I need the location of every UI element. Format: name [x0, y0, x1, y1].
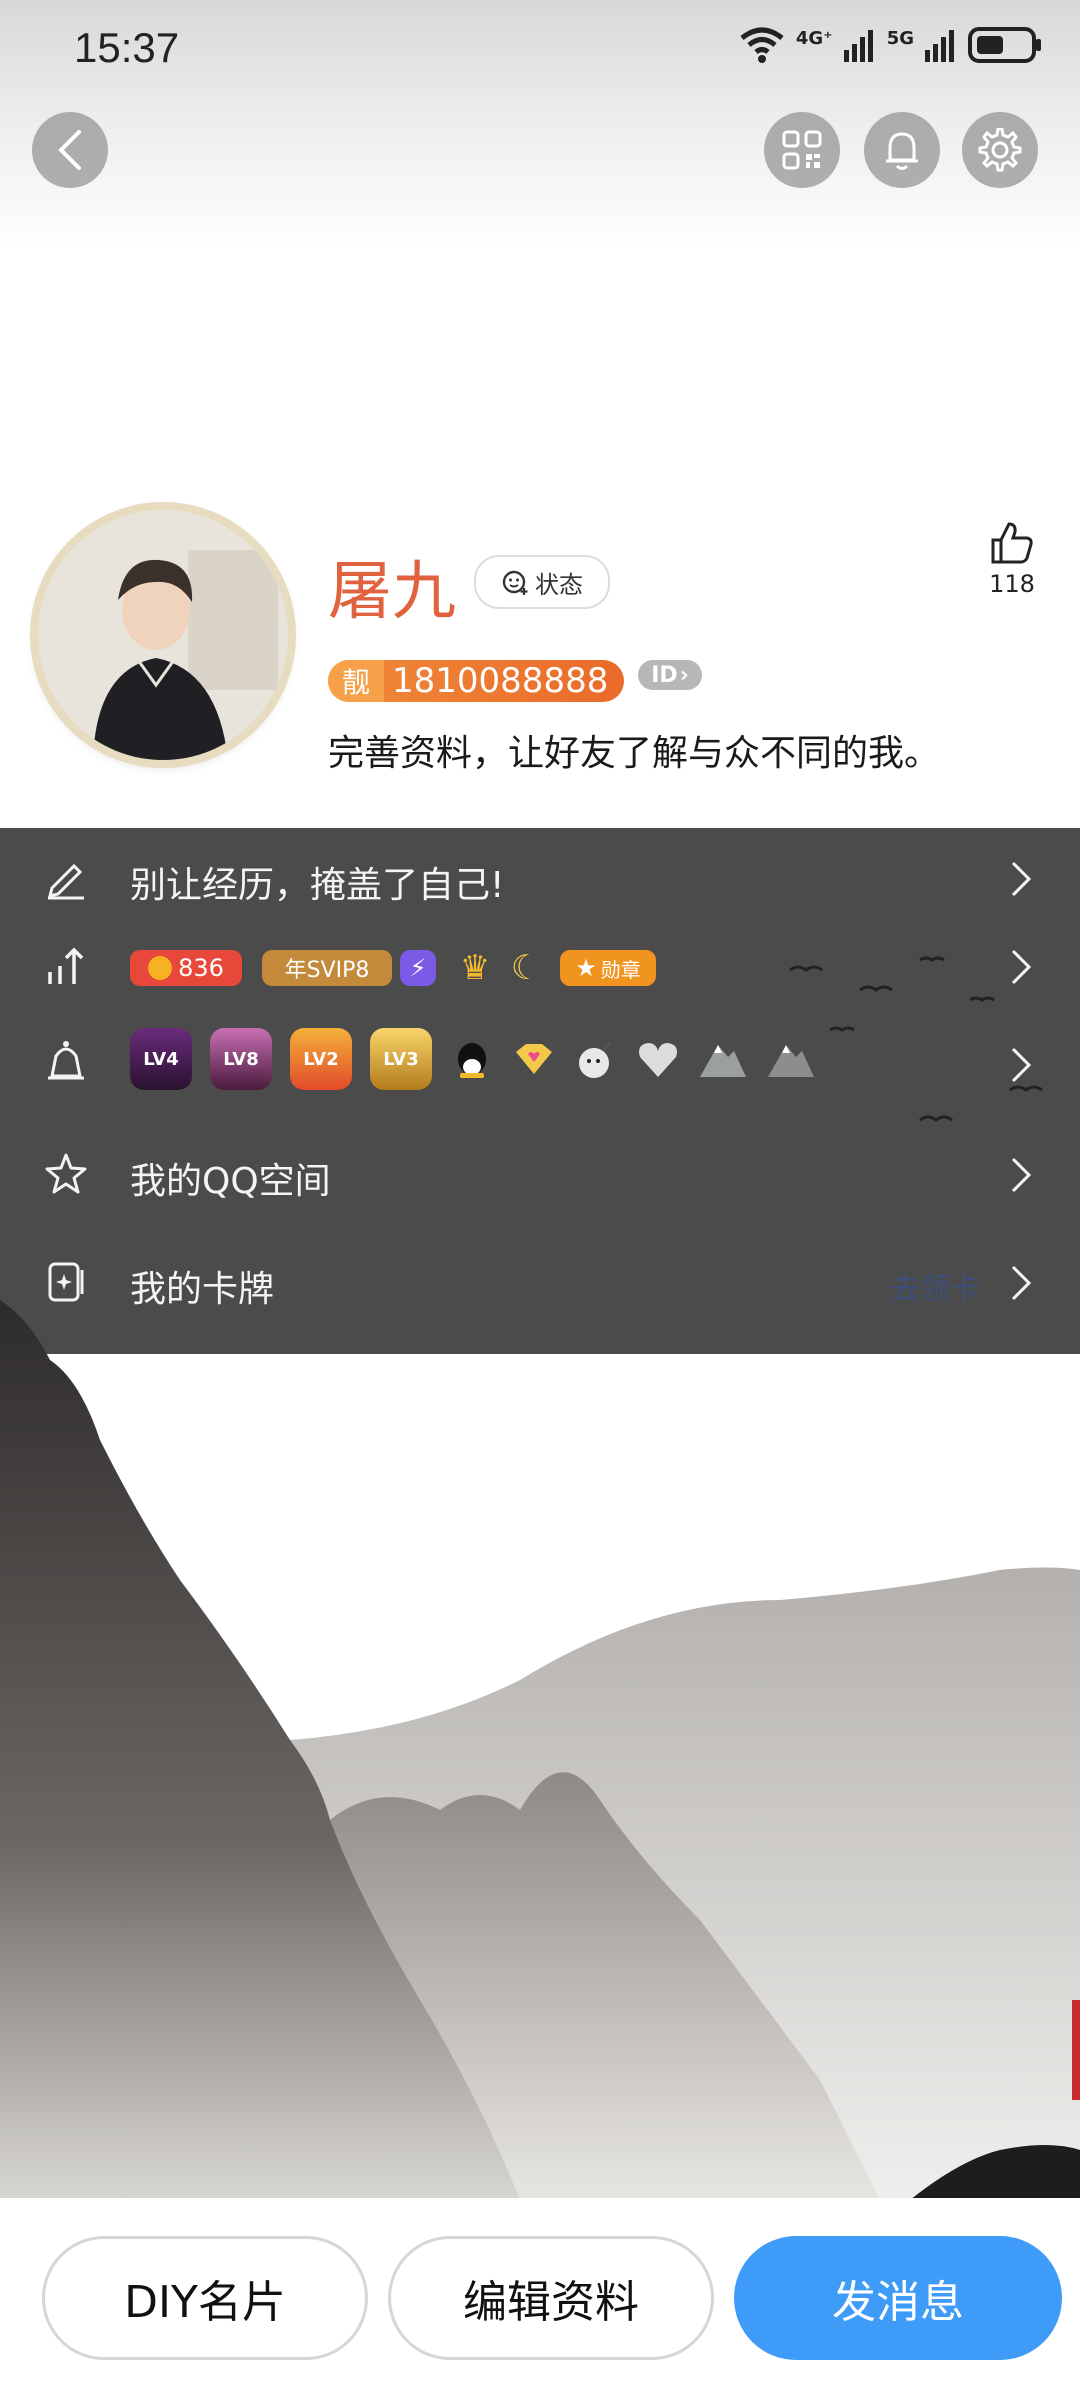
crystal-heart-icon [636, 1028, 680, 1090]
medal-badge: ★ 勋章 [560, 950, 656, 986]
edit-profile-label: 编辑资料 [463, 2277, 639, 2328]
chevron-right-icon [1011, 949, 1032, 985]
lv2-label: LV2 [303, 1048, 339, 1070]
qzone-row[interactable]: 我的QQ空间 [0, 1124, 1080, 1224]
crown-icon: ♛ [459, 948, 491, 988]
heart-gem-icon [512, 1028, 556, 1090]
bottom-action-bar: DIY名片 编辑资料 发消息 [0, 2198, 1080, 2400]
card-icon [48, 1262, 84, 1302]
chevron-left-icon [58, 130, 81, 170]
lv4-label: LV4 [143, 1048, 179, 1070]
settings-button[interactable] [962, 112, 1038, 188]
wifi-icon [740, 27, 784, 63]
signal-icon-2 [925, 30, 954, 62]
chevron-right-icon [1011, 1265, 1032, 1301]
chevron-right-icon [1011, 861, 1032, 897]
lv3-label: LV3 [383, 1048, 419, 1070]
avatar[interactable] [38, 510, 288, 760]
qq-number: 1810088888 [392, 661, 609, 701]
thumbs-up-icon [991, 522, 1033, 564]
penguin-icon [450, 1028, 494, 1090]
signal-icon [843, 30, 873, 62]
profile-info-panel: 别让经历，掩盖了自己! 836 年SVIP8 ⚡ ♛ ☾ ★ 勋章 LV4 LV… [0, 828, 1080, 1354]
profile-bio: 完善资料，让好友了解与众不同的我。 [328, 733, 941, 774]
back-button[interactable] [32, 112, 108, 188]
medal-label: 勋章 [600, 957, 641, 982]
pretty-number-tag: 靓 [328, 660, 385, 702]
status-time: 15:37 [74, 24, 180, 71]
chevron-right-icon [1011, 1047, 1032, 1083]
status-bar: 15:37 4G⁺ 5G [0, 0, 1080, 100]
experience-row[interactable]: 别让经历，掩盖了自己! [0, 828, 1080, 928]
lv8-label: LV8 [223, 1048, 259, 1070]
badges-row[interactable]: LV4 LV8 LV2 LV3 [0, 1004, 1080, 1124]
qr-code-button[interactable] [764, 112, 840, 188]
bell-icon [886, 132, 918, 170]
level-row[interactable]: 836 年SVIP8 ⚡ ♛ ☾ ★ 勋章 [0, 916, 1080, 1016]
id-badge-label: ID [651, 662, 678, 688]
lv8-badge: LV8 [210, 1028, 272, 1090]
lv3-badge: LV3 [370, 1028, 432, 1090]
pencil-icon [47, 863, 84, 900]
coin-icon [148, 956, 173, 980]
status-button[interactable]: 状态 [474, 555, 610, 609]
svip-label: 年SVIP8 [284, 958, 370, 983]
chevron-right-icon: › [679, 662, 689, 688]
qr-code-icon [782, 130, 822, 170]
send-message-label: 发消息 [832, 2277, 964, 2328]
lv4-badge: LV4 [130, 1028, 192, 1090]
battery-icon [968, 27, 1041, 63]
notifications-button[interactable] [864, 112, 940, 188]
experience-label: 别让经历，掩盖了自己! [130, 865, 505, 906]
bomb-icon [574, 1028, 618, 1090]
like-button[interactable]: 118 [982, 520, 1042, 598]
star-icon [45, 1153, 87, 1194]
smiley-plus-icon [502, 570, 528, 595]
qq-number-pill[interactable]: 靓 1810088888 [328, 660, 624, 702]
coin-badge: 836 [130, 950, 242, 986]
diy-card-label: DIY名片 [124, 2277, 286, 2328]
status-label: 状态 [535, 570, 583, 599]
id-badge[interactable]: ID › [638, 660, 702, 690]
lv2-badge: LV2 [290, 1028, 352, 1090]
chevron-right-icon [1011, 1157, 1032, 1193]
status-icons: 4G⁺ 5G [738, 26, 1044, 64]
mountain-badge-icon [698, 1028, 748, 1090]
network-5g-label: 5G [886, 27, 914, 49]
star-icon: ★ [575, 954, 597, 982]
profile-name: 屠九 [328, 555, 456, 629]
bell-badge-icon [48, 1041, 84, 1080]
network-4g-label: 4G⁺ [795, 27, 833, 49]
moon-icon: ☾ [510, 948, 542, 988]
send-message-button[interactable]: 发消息 [734, 2236, 1062, 2360]
svip-badge: 年SVIP8 [262, 950, 392, 986]
avatar-image [38, 510, 288, 760]
game-badges: LV4 LV8 LV2 LV3 [130, 1028, 816, 1090]
level-up-icon [48, 947, 84, 984]
mountain-badge-icon-2 [766, 1028, 816, 1090]
like-count: 118 [989, 570, 1035, 598]
qzone-label: 我的QQ空间 [130, 1161, 331, 1202]
gear-icon [978, 128, 1022, 172]
diy-card-button[interactable]: DIY名片 [42, 2236, 368, 2360]
edit-profile-button[interactable]: 编辑资料 [388, 2236, 714, 2360]
coin-count: 836 [178, 954, 224, 982]
ink-mountains-background [0, 1300, 1080, 2200]
lightning-badge: ⚡ [400, 950, 436, 986]
